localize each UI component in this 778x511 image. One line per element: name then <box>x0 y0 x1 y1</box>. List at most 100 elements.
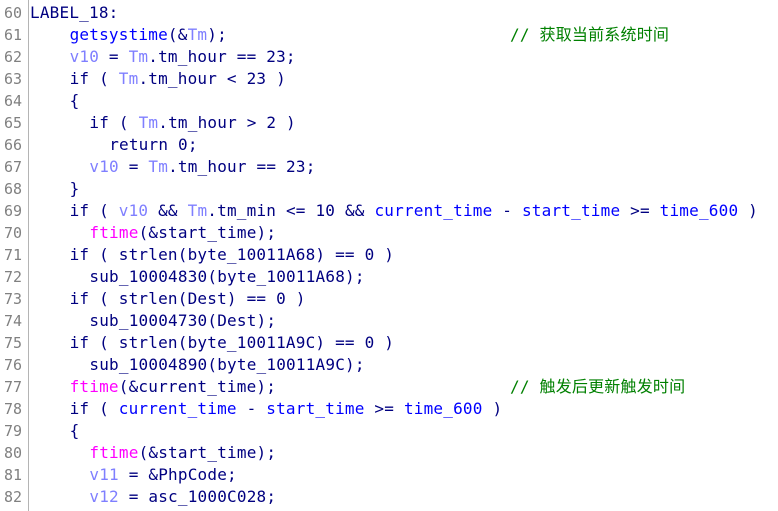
code-token-var: v12 <box>89 487 119 506</box>
code-line[interactable]: 82 v12 = asc_1000C028; <box>0 486 778 508</box>
code-token-glob: time_600 <box>659 201 739 220</box>
code-token-glob: getsystime <box>69 25 168 44</box>
line-number: 68 <box>4 180 23 198</box>
code-line[interactable]: 76 sub_10004890(byte_10011A9C); <box>0 354 778 376</box>
code-token-plain: if ( <box>69 201 119 220</box>
code-line[interactable]: 70 ftime(&start_time); <box>0 222 778 244</box>
code-line[interactable]: 64 { <box>0 90 778 112</box>
line-number: 72 <box>4 268 23 286</box>
code-token-label: LABEL_18: <box>30 3 119 22</box>
code-token-plain: { <box>69 421 80 440</box>
code-text: } <box>70 178 80 200</box>
code-text: sub_10004830(byte_10011A68); <box>89 266 364 288</box>
code-token-plain: } <box>69 179 80 198</box>
code-token-plain: = &PhpCode; <box>118 465 237 484</box>
code-comment: // 触发后更新触发时间 <box>510 377 686 396</box>
code-token-plain: if ( <box>89 113 139 132</box>
code-line[interactable]: 80 ftime(&start_time); <box>0 442 778 464</box>
code-token-plain: && <box>148 201 188 220</box>
code-text: if ( v10 && Tm.tm_min <= 10 && current_t… <box>70 200 758 222</box>
code-text: if ( Tm.tm_hour > 2 ) <box>89 112 296 134</box>
line-number: 80 <box>4 444 23 462</box>
line-number: 76 <box>4 356 23 374</box>
line-number: 75 <box>4 334 23 352</box>
code-line[interactable]: 73 if ( strlen(Dest) == 0 ) <box>0 288 778 310</box>
code-line[interactable]: 62 v10 = Tm.tm_hour == 23; <box>0 46 778 68</box>
code-text: v10 = Tm.tm_hour == 23; <box>89 156 315 178</box>
code-line[interactable]: 69 if ( v10 && Tm.tm_min <= 10 && current… <box>0 200 778 222</box>
code-line[interactable]: 66 return 0; <box>0 134 778 156</box>
code-text: v11 = &PhpCode; <box>89 464 237 486</box>
code-token-plain: sub_10004830(byte_10011A68); <box>89 267 365 286</box>
code-line[interactable]: 77 ftime(&current_time); // 触发后更新触发时间 <box>0 376 778 398</box>
code-token-plain: .tm_hour < 23 ) <box>138 69 286 88</box>
line-number: 64 <box>4 92 23 110</box>
code-token-var: Tm <box>118 69 139 88</box>
code-text: v12 = asc_1000C028; <box>89 486 276 508</box>
line-number: 77 <box>4 378 23 396</box>
code-token-func: ftime <box>89 223 139 242</box>
code-line[interactable]: 61 getsystime(&Tm); // 获取当前系统时间 <box>0 24 778 46</box>
code-line[interactable]: 60 LABEL_18: <box>0 2 778 24</box>
code-token-var: v10 <box>118 201 149 220</box>
line-number: 69 <box>4 202 23 220</box>
code-text: ftime(&start_time); <box>89 442 276 464</box>
code-line[interactable]: 65 if ( Tm.tm_hour > 2 ) <box>0 112 778 134</box>
code-line[interactable]: 71 if ( strlen(byte_10011A68) == 0 ) <box>0 244 778 266</box>
line-number: 61 <box>4 26 23 44</box>
code-token-var: Tm <box>148 157 169 176</box>
code-token-plain: .tm_hour == 23; <box>148 47 296 66</box>
code-line[interactable]: 68} <box>0 178 778 200</box>
code-token-func: ftime <box>89 443 139 462</box>
code-token-plain: - <box>236 399 267 418</box>
code-line[interactable]: 67 v10 = Tm.tm_hour == 23; <box>0 156 778 178</box>
code-token-var: Tm <box>187 25 208 44</box>
code-line[interactable]: 72 sub_10004830(byte_10011A68); <box>0 266 778 288</box>
code-token-plain: (&start_time); <box>138 443 277 462</box>
code-text: if ( current_time - start_time >= time_6… <box>70 398 503 420</box>
code-line[interactable]: 78 if ( current_time - start_time >= time… <box>0 398 778 420</box>
code-text: sub_10004890(byte_10011A9C); <box>89 354 364 376</box>
code-line[interactable]: 74 sub_10004730(Dest); <box>0 310 778 332</box>
code-line[interactable]: 75 if ( strlen(byte_10011A9C) == 0 ) <box>0 332 778 354</box>
code-editor[interactable]: 60 LABEL_18: 61 getsystime(&Tm);// 获取当前系统时间… <box>0 0 778 511</box>
code-text: return 0; <box>109 134 198 156</box>
line-number: 70 <box>4 224 23 242</box>
code-token-var: Tm <box>138 113 159 132</box>
line-number: 81 <box>4 466 23 484</box>
code-text: if ( strlen(byte_10011A68) == 0 ) <box>70 244 394 266</box>
line-number: 62 <box>4 48 23 66</box>
code-text: ftime(&current_time); <box>70 376 277 398</box>
code-token-plain: = <box>118 157 149 176</box>
line-number: 74 <box>4 312 23 330</box>
code-token-plain: .tm_min <= 10 && <box>207 201 375 220</box>
code-token-plain: = <box>99 47 129 66</box>
code-token-func: ftime <box>69 377 119 396</box>
code-token-glob: time_600 <box>403 399 483 418</box>
code-token-plain: sub_10004890(byte_10011A9C); <box>89 355 365 374</box>
code-text: { <box>70 420 80 442</box>
code-token-plain: - <box>492 201 522 220</box>
line-number: 65 <box>4 114 23 132</box>
code-token-plain: ) <box>482 399 503 418</box>
code-token-plain: = asc_1000C028; <box>118 487 277 506</box>
code-text: LABEL_18: <box>30 2 119 24</box>
code-token-plain: if ( strlen(byte_10011A9C) == 0 ) <box>69 333 395 352</box>
code-line[interactable]: 63 if ( Tm.tm_hour < 23 ) <box>0 68 778 90</box>
code-text: if ( strlen(byte_10011A9C) == 0 ) <box>70 332 394 354</box>
code-token-var: v10 <box>89 157 119 176</box>
code-line[interactable]: 81 v11 = &PhpCode; <box>0 464 778 486</box>
code-token-plain: ); <box>207 25 227 44</box>
code-token-plain: if ( <box>69 69 119 88</box>
code-comment: // 获取当前系统时间 <box>510 25 670 44</box>
line-number: 67 <box>4 158 23 176</box>
line-number: 82 <box>4 488 23 506</box>
code-token-plain: >= <box>364 399 404 418</box>
code-token-var: v10 <box>69 47 100 66</box>
code-token-var: Tm <box>128 47 149 66</box>
code-token-plain: { <box>69 91 80 110</box>
code-line[interactable]: 79 { <box>0 420 778 442</box>
line-number: 66 <box>4 136 23 154</box>
code-token-plain: >= <box>620 201 660 220</box>
code-text: { <box>70 90 80 112</box>
